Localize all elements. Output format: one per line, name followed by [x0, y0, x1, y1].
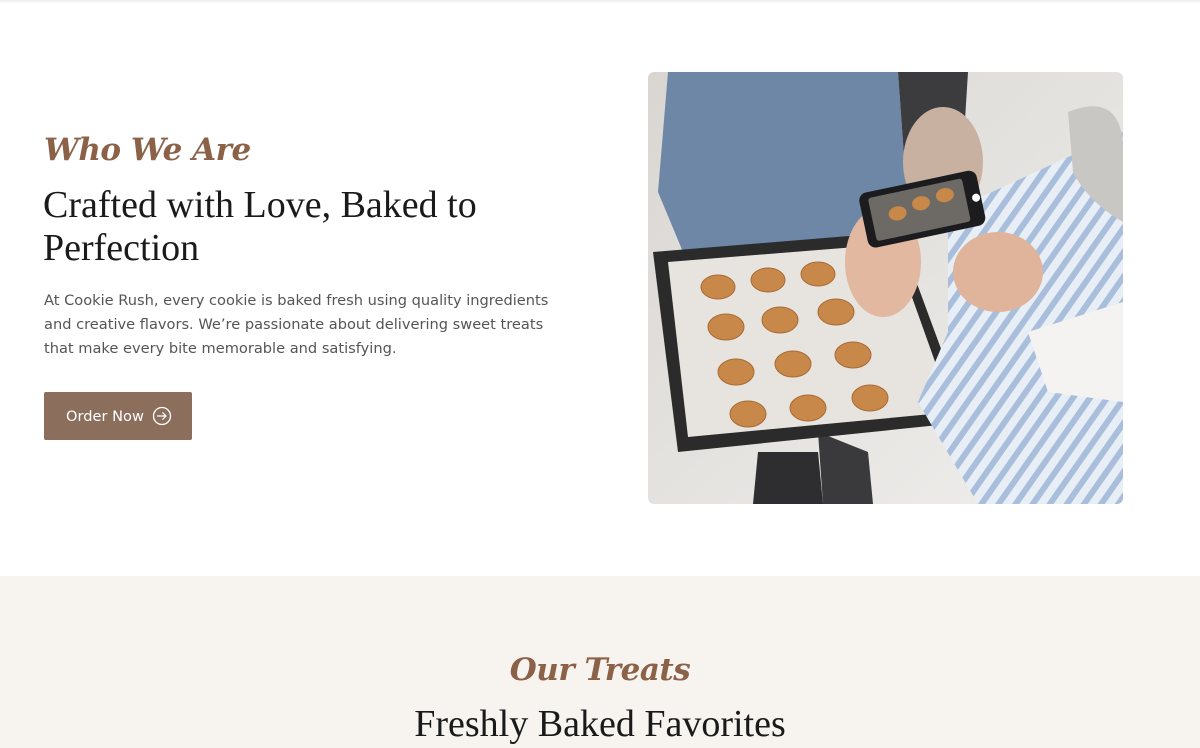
treats-eyebrow: Our Treats [509, 652, 691, 688]
arrow-circle-right-icon [152, 406, 172, 426]
header-shadow [0, 0, 1200, 4]
about-section: Who We Are Crafted with Love, Baked to P… [0, 0, 1200, 576]
treats-section: Our Treats Freshly Baked Favorites [0, 576, 1200, 748]
about-eyebrow: Who We Are [44, 132, 251, 168]
about-heading: Crafted with Love, Baked to Perfection [43, 184, 477, 269]
order-now-label: Order Now [66, 407, 144, 425]
about-description: At Cookie Rush, every cookie is baked fr… [44, 292, 549, 357]
treats-heading: Freshly Baked Favorites [414, 703, 786, 745]
baker-cookies-photo [648, 72, 1123, 504]
order-now-button[interactable]: Order Now [44, 392, 192, 440]
